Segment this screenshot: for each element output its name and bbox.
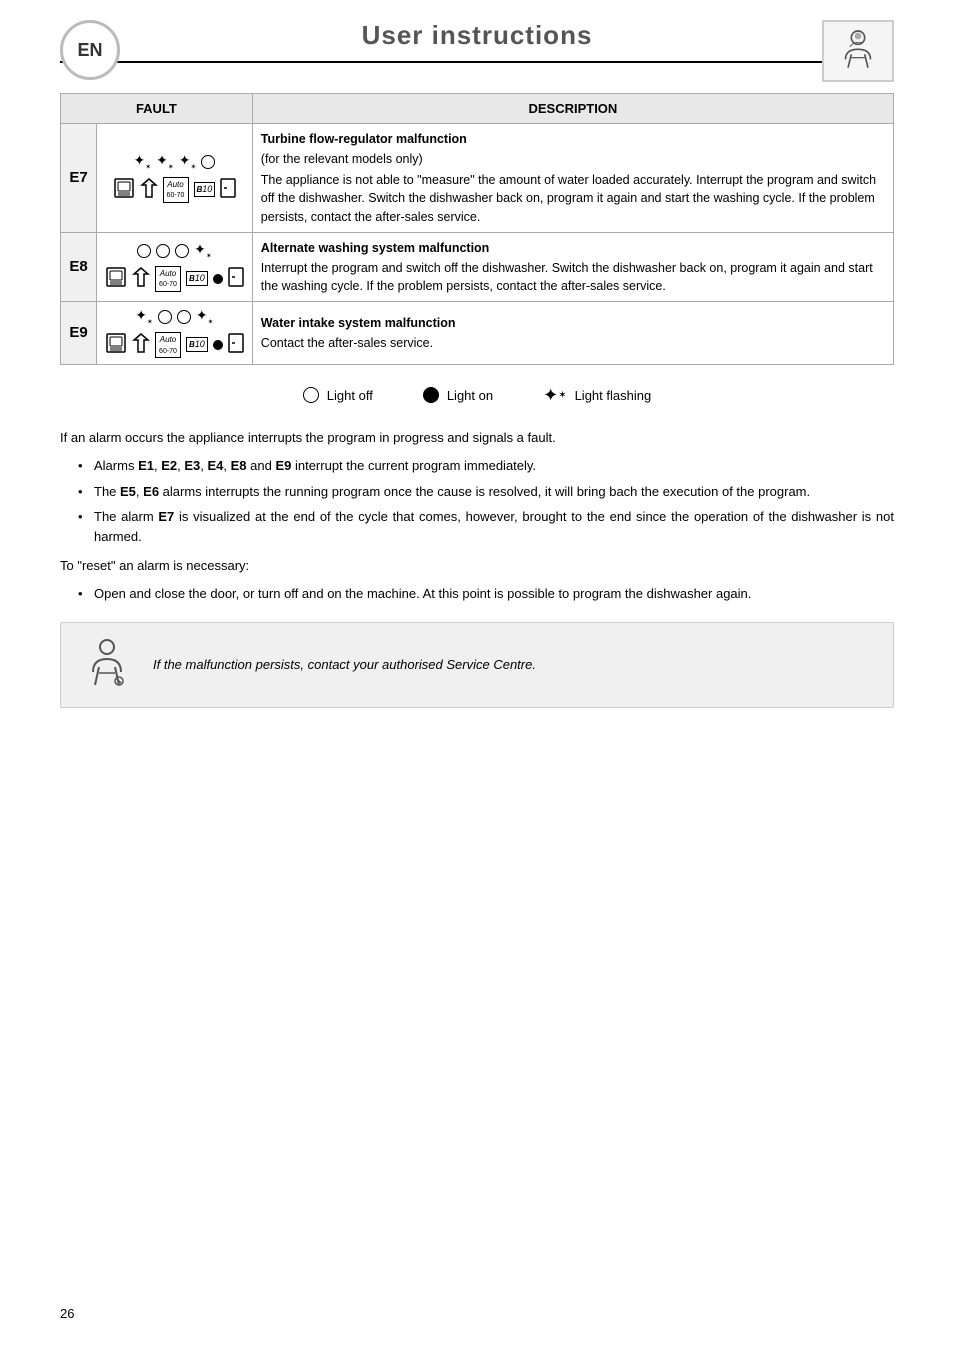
circle-empty-e8-1 (137, 244, 151, 258)
program-auto-icon: Auto 60-70 (163, 177, 189, 203)
flash-icon-3: ✦✶ (179, 153, 197, 171)
program-auto-icon-e9: Auto 60-70 (155, 332, 181, 358)
page: EN User instructions FAULT DESCRIPTION (0, 0, 954, 1351)
bio-icon: B10 (194, 182, 216, 197)
table-row: E9 ✦✶ ✦✶ (61, 302, 894, 365)
fault-code-e8: E8 (61, 232, 97, 301)
description-e9: Water intake system malfunction Contact … (252, 302, 893, 365)
desc-title-e7: Turbine flow-regulator malfunction (261, 130, 885, 148)
dishwasher-icon (113, 177, 135, 202)
legend-row: Light off Light on ✦✶ Light flashing (60, 385, 894, 406)
bullet-item-2: The E5, E6 alarms interrupts the running… (78, 482, 894, 502)
bullet-list-reset: Open and close the door, or turn off and… (60, 584, 894, 604)
circle-empty-icon (201, 155, 215, 169)
flash-icon-1: ✦✶ (133, 153, 151, 171)
circle-empty-e9-2 (177, 310, 191, 324)
program-auto-icon-e8: Auto 60-70 (155, 266, 181, 292)
legend-light-flashing: ✦✶ Light flashing (543, 385, 651, 406)
intro-text: If an alarm occurs the appliance interru… (60, 428, 894, 448)
light-on-label: Light on (447, 388, 493, 403)
language-label: EN (77, 40, 102, 61)
description-e7: Turbine flow-regulator malfunction (for … (252, 124, 893, 233)
bio-icon-e9: B10 (186, 337, 208, 352)
language-badge: EN (60, 20, 120, 80)
light-on-icon (423, 387, 439, 403)
light-off-icon (303, 387, 319, 403)
door-icon-e7 (220, 178, 236, 201)
bio-icon-e8: B10 (186, 271, 208, 286)
flash-icon-e9-1: ✦✶ (135, 308, 153, 326)
bullet-item-3: The alarm E7 is visualized at the end of… (78, 507, 894, 546)
warning-icon (79, 637, 135, 693)
filter-icon-e9 (132, 332, 150, 357)
circle-empty-e8-3 (175, 244, 189, 258)
bullet-list-main: Alarms E1, E2, E3, E4, E8 and E9 interru… (60, 456, 894, 546)
flash-icon-e9-2: ✦✶ (196, 308, 214, 326)
warning-text: If the malfunction persists, contact you… (153, 655, 536, 675)
page-title: User instructions (362, 20, 593, 51)
fault-column-header: FAULT (61, 94, 253, 124)
table-row: E8 ✦✶ (61, 232, 894, 301)
warning-box: If the malfunction persists, contact you… (60, 622, 894, 708)
light-flashing-icon: ✦✶ (543, 385, 566, 406)
desc-title-e8: Alternate washing system malfunction (261, 239, 885, 257)
description-e8: Alternate washing system malfunction Int… (252, 232, 893, 301)
page-header: EN User instructions (60, 20, 894, 63)
dishwasher-icon-e9 (105, 332, 127, 357)
brand-logo (822, 20, 894, 82)
fault-icons-e8: ✦✶ (97, 232, 253, 301)
filter-icon (140, 177, 158, 202)
reset-bullet-item-1: Open and close the door, or turn off and… (78, 584, 894, 604)
reset-intro: To "reset" an alarm is necessary: (60, 556, 894, 576)
legend-light-on: Light on (423, 387, 493, 403)
fault-code-e7: E7 (61, 124, 97, 233)
bullet-item-1: Alarms E1, E2, E3, E4, E8 and E9 interru… (78, 456, 894, 476)
page-number: 26 (60, 1306, 74, 1321)
legend-light-off: Light off (303, 387, 373, 403)
circle-empty-e9-1 (158, 310, 172, 324)
dishwasher-icon-e8 (105, 266, 127, 291)
fault-icons-e7: ✦✶ ✦✶ ✦✶ (97, 124, 253, 233)
flash-icon-2: ✦✶ (156, 153, 174, 171)
body-content: If an alarm occurs the appliance interru… (60, 428, 894, 604)
door-icon-e8 (228, 267, 244, 290)
fault-code-e9: E9 (61, 302, 97, 365)
light-flashing-label: Light flashing (575, 388, 652, 403)
filter-icon-e8 (132, 266, 150, 291)
description-column-header: DESCRIPTION (252, 94, 893, 124)
circle-empty-e8-2 (156, 244, 170, 258)
light-off-label: Light off (327, 388, 373, 403)
door-icon-e9 (228, 333, 244, 356)
dot-filled-e9 (213, 340, 223, 350)
dot-filled-e8 (213, 274, 223, 284)
flash-icon-e8: ✦✶ (194, 242, 212, 260)
table-row: E7 ✦✶ ✦✶ ✦✶ (61, 124, 894, 233)
desc-title-e9: Water intake system malfunction (261, 314, 885, 332)
fault-table: FAULT DESCRIPTION E7 ✦✶ ✦✶ ✦✶ (60, 93, 894, 365)
fault-icons-e9: ✦✶ ✦✶ (97, 302, 253, 365)
